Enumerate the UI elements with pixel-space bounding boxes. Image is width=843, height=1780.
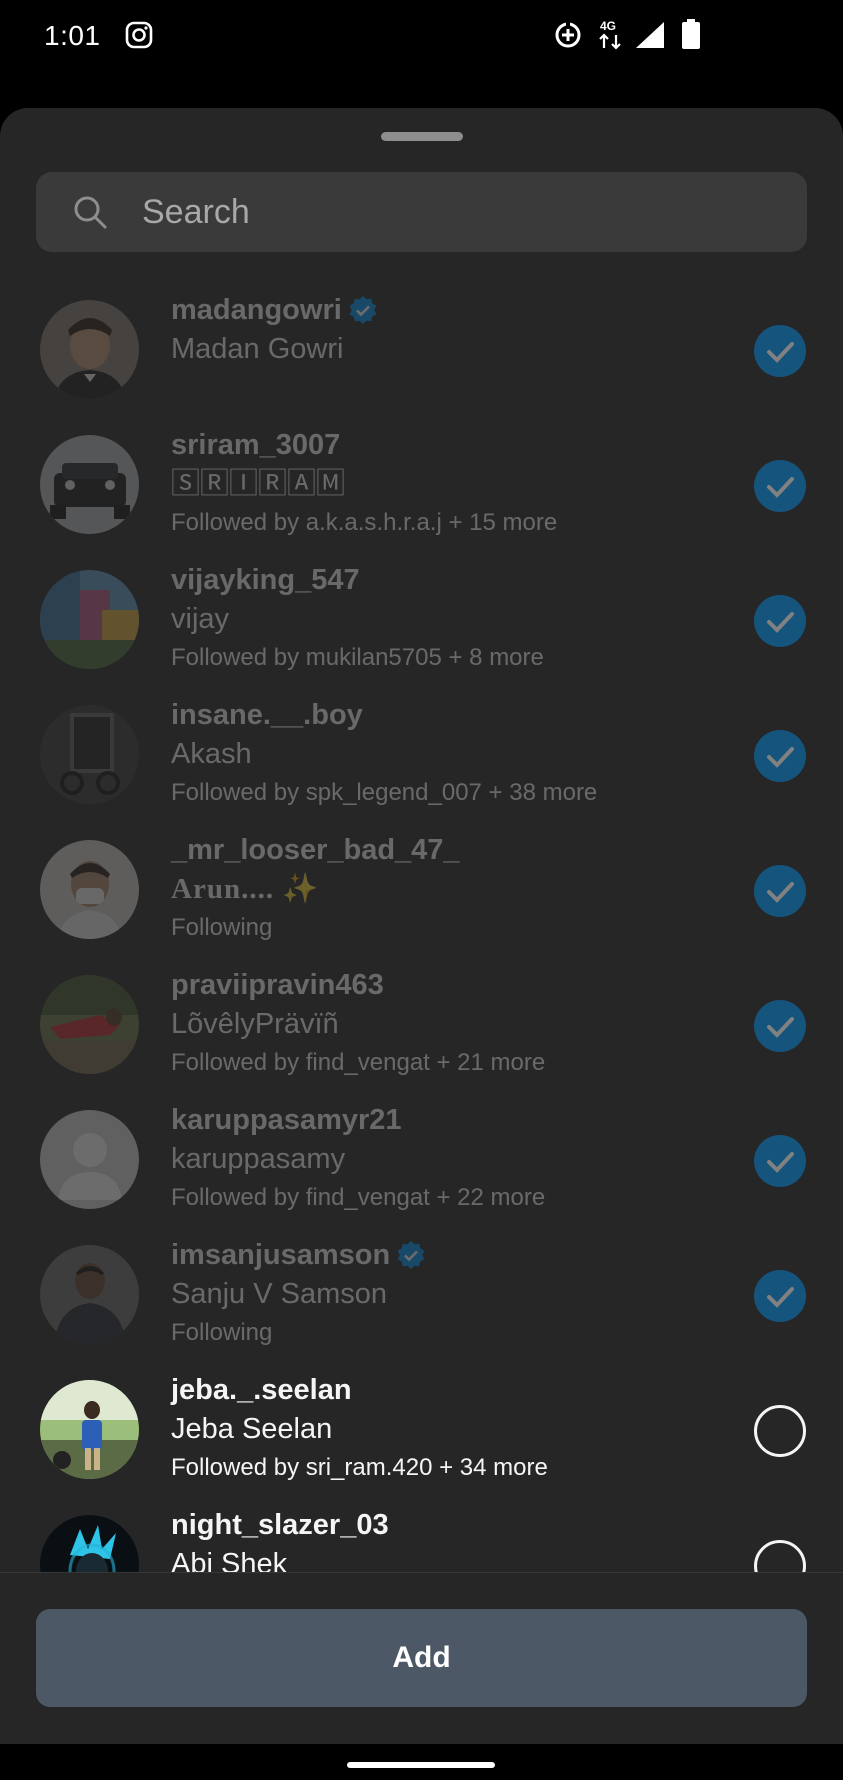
user-row[interactable]: vijayking_547 vijay Followed by mukilan5… — [0, 552, 843, 687]
follow-context: Followed by sri_ram.420 + 34 more — [171, 1454, 548, 1481]
selected-check-icon[interactable] — [754, 595, 806, 647]
follow-context: Followed by a.k.a.s.h.r.a.j + 15 more — [171, 509, 558, 536]
follow-context: Followed by find_vengat + 21 more — [171, 1049, 546, 1076]
action-footer: Add — [0, 1572, 843, 1744]
username: vijayking_547 — [171, 564, 360, 596]
follow-context: Following — [171, 1319, 273, 1346]
verified-badge-icon — [348, 295, 378, 325]
user-row[interactable]: imsanjusamson Sanju V Samson Following — [0, 1227, 843, 1362]
signal-icon — [634, 20, 666, 55]
selected-check-icon[interactable] — [754, 460, 806, 512]
full-name: Akash — [171, 738, 252, 770]
follow-context: Followed by mukilan5705 + 8 more — [171, 644, 544, 671]
avatar — [40, 300, 139, 399]
username: praviipravin463 — [171, 969, 384, 1001]
user-row[interactable]: karuppasamyr21 karuppasamy Followed by f… — [0, 1092, 843, 1227]
avatar — [40, 435, 139, 534]
username: night_slazer_03 — [171, 1509, 389, 1541]
user-row[interactable]: praviipravin463 LõvêlyPrävïñ Followed by… — [0, 957, 843, 1092]
user-row[interactable]: _mr_looser_bad_47_ Arun.... ✨ Following — [0, 822, 843, 957]
verified-badge-icon — [396, 1240, 426, 1270]
share-sheet: madangowri Madan Gowri sriram_3007 🅂🅁🄸🅁🄰… — [0, 108, 843, 1744]
user-row[interactable]: jeba._.seelan Jeba Seelan Followed by sr… — [0, 1362, 843, 1497]
follow-context: Following — [171, 914, 273, 941]
avatar — [40, 840, 139, 939]
selected-check-icon[interactable] — [754, 1270, 806, 1322]
full-name: Sanju V Samson — [171, 1278, 388, 1310]
search-bar[interactable] — [36, 172, 807, 252]
username: sriram_3007 — [171, 429, 341, 461]
selected-check-icon[interactable] — [754, 1135, 806, 1187]
svg-text:4G: 4G — [600, 19, 616, 33]
unselected-circle-icon[interactable] — [754, 1405, 806, 1457]
network-4g-icon: 4G — [596, 18, 624, 55]
search-icon — [70, 192, 110, 237]
status-time: 1:01 — [44, 20, 101, 51]
user-row[interactable]: insane.__.boy Akash Followed by spk_lege… — [0, 687, 843, 822]
username: insane.__.boy — [171, 699, 363, 731]
avatar — [40, 1380, 139, 1479]
instagram-icon — [125, 21, 153, 54]
search-input[interactable] — [142, 172, 782, 252]
add-button[interactable]: Add — [36, 1609, 807, 1707]
avatar — [40, 975, 139, 1074]
full-name: LõvêlyPrävïñ — [171, 1008, 339, 1040]
user-row[interactable]: madangowri Madan Gowri — [0, 282, 843, 417]
drag-handle[interactable] — [381, 132, 463, 141]
selected-check-icon[interactable] — [754, 730, 806, 782]
full-name: Jeba Seelan — [171, 1413, 333, 1445]
full-name: 🅂🅁🄸🅁🄰🄼 — [171, 468, 346, 500]
selected-check-icon[interactable] — [754, 325, 806, 377]
full-name: Madan Gowri — [171, 333, 344, 365]
follow-context: Followed by spk_legend_007 + 38 more — [171, 779, 598, 806]
home-indicator[interactable] — [347, 1762, 495, 1768]
user-row[interactable]: sriram_3007 🅂🅁🄸🅁🄰🄼 Followed by a.k.a.s.h… — [0, 417, 843, 552]
user-list[interactable]: madangowri Madan Gowri sriram_3007 🅂🅁🄸🅁🄰… — [0, 282, 843, 1682]
full-name: karuppasamy — [171, 1143, 346, 1175]
selected-check-icon[interactable] — [754, 1000, 806, 1052]
selected-check-icon[interactable] — [754, 865, 806, 917]
username: karuppasamyr21 — [171, 1104, 402, 1136]
avatar — [40, 1245, 139, 1344]
status-bar: 1:01 4G — [0, 0, 843, 72]
username: imsanjusamson — [171, 1239, 391, 1271]
full-name: Arun.... ✨ — [171, 873, 320, 905]
full-name: vijay — [171, 603, 230, 635]
data-saver-icon — [553, 20, 583, 55]
gesture-nav-bar — [0, 1744, 843, 1780]
avatar — [40, 570, 139, 669]
avatar — [40, 705, 139, 804]
battery-icon — [680, 18, 702, 55]
default-avatar-icon — [40, 1110, 139, 1209]
username: _mr_looser_bad_47_ — [171, 834, 460, 866]
username: jeba._.seelan — [171, 1374, 352, 1406]
username: madangowri — [171, 294, 342, 326]
follow-context: Followed by find_vengat + 22 more — [171, 1184, 546, 1211]
